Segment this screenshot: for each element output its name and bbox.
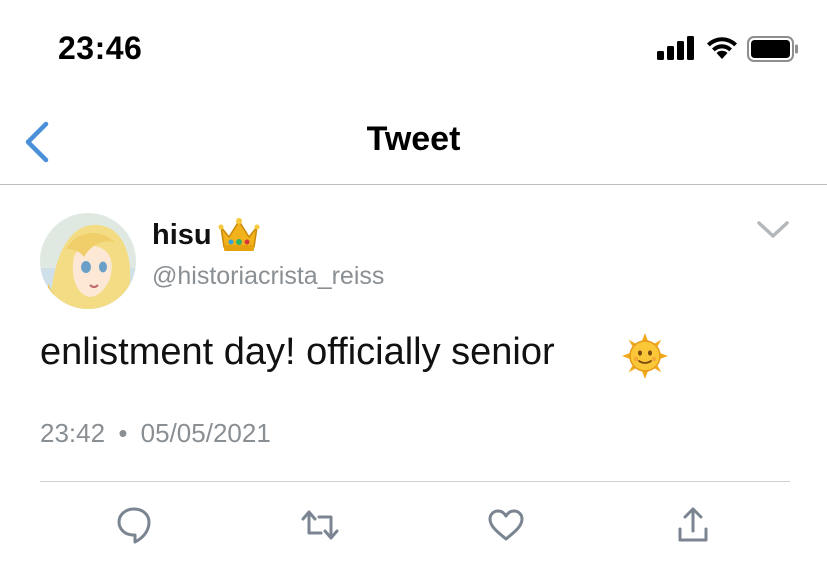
timestamp-separator: • [118, 418, 128, 448]
like-icon [488, 509, 524, 541]
retweet-button[interactable] [298, 503, 342, 547]
tweet-timestamp: 23:42 • 05/05/2021 [40, 418, 271, 449]
status-bar: 23:46 [0, 0, 827, 100]
like-button[interactable] [484, 503, 528, 547]
tweet-detail: hisu @historiacrista_reiss enlistment da… [0, 185, 827, 566]
chevron-down-icon [757, 221, 789, 238]
tweet-menu-button[interactable] [755, 215, 791, 243]
reply-button[interactable] [112, 503, 156, 547]
status-time: 23:46 [58, 30, 143, 66]
avatar[interactable] [40, 213, 136, 309]
page-title: Tweet [366, 120, 461, 158]
battery-icon [747, 36, 798, 62]
tweet-date: 05/05/2021 [140, 418, 271, 448]
sun-with-face-icon [622, 333, 668, 379]
share-icon [678, 507, 708, 542]
divider [40, 481, 790, 482]
tweet-actions [0, 503, 827, 551]
display-name[interactable]: hisu [152, 219, 212, 252]
retweet-icon [301, 510, 339, 540]
nav-bar: Tweet [0, 100, 827, 185]
tweet-time: 23:42 [40, 418, 106, 448]
reply-icon [117, 507, 151, 544]
crown-icon [218, 218, 260, 251]
wifi-icon [707, 37, 737, 59]
signal-bars-icon [657, 36, 694, 60]
user-handle[interactable]: @historiacrista_reiss [152, 262, 384, 291]
tweet-text: enlistment day! officially senior [40, 331, 555, 373]
share-button[interactable] [671, 503, 715, 547]
status-icons [657, 36, 798, 64]
